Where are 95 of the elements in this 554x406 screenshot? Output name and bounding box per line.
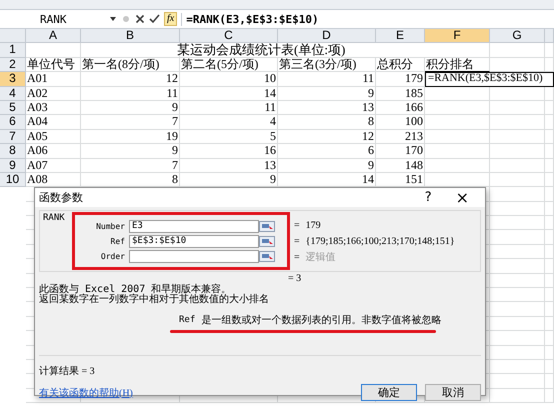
table-cell: 6 xyxy=(278,144,376,159)
table-cell: 9 xyxy=(278,158,376,173)
table-cell: 7 xyxy=(81,158,180,173)
equals-sign: = xyxy=(294,236,300,246)
table-cell: 11 xyxy=(278,72,376,87)
column-header[interactable]: B xyxy=(81,29,180,44)
row-header[interactable]: 1 xyxy=(0,43,26,58)
argument-result: 179 xyxy=(306,220,321,230)
table-cell: 19 xyxy=(81,130,180,144)
sheet-title: 某运动会成绩统计表(单位:项) xyxy=(176,43,490,58)
table-cell: 12 xyxy=(81,72,180,87)
table-cell: 166 xyxy=(376,100,425,116)
argument-result: {179;185;166;100;213;170;148;151} xyxy=(306,236,455,246)
argument-field[interactable]: E3 xyxy=(129,220,259,232)
table-cell: 12 xyxy=(278,130,376,144)
help-link[interactable]: 有关该函数的帮助(H) xyxy=(39,386,133,400)
table-cell: 9 xyxy=(81,144,180,159)
table-cell: 11 xyxy=(81,86,180,101)
cancel-button[interactable]: 取消 xyxy=(425,384,481,401)
table-cell: 16 xyxy=(180,144,278,159)
table-cell: A02 xyxy=(26,86,81,101)
checkmark-icon[interactable] xyxy=(149,14,160,24)
argument-value: E3 xyxy=(131,221,143,231)
collapse-dialog-icon[interactable] xyxy=(259,220,275,232)
table-cell: A04 xyxy=(26,115,81,130)
argument-result: 逻辑值 xyxy=(306,250,336,264)
column-header[interactable]: G xyxy=(490,29,545,44)
row-header[interactable]: 3 xyxy=(0,72,26,87)
column-heading: 总积分 xyxy=(376,58,425,72)
table-cell: 5 xyxy=(180,130,278,144)
table-cell: A03 xyxy=(26,100,81,116)
name-box[interactable]: RANK xyxy=(0,12,105,26)
cancel-icon[interactable] xyxy=(135,14,145,24)
table-cell: 11 xyxy=(180,100,278,116)
table-cell: A07 xyxy=(26,158,81,173)
table-cell: 14 xyxy=(180,86,278,101)
argument-field[interactable]: $E$3:$E$10 xyxy=(129,234,259,248)
table-cell: 13 xyxy=(180,158,278,173)
column-header[interactable]: F xyxy=(425,29,490,44)
argument-label: Order xyxy=(100,252,125,260)
cell-editor[interactable]: =RANK(E3,$E$3:$E$10) xyxy=(425,72,554,87)
table-cell: A01 xyxy=(26,72,81,87)
column-heading: 第一名(8分/项) xyxy=(81,58,180,72)
column-heading: 第二名(5分/项) xyxy=(180,58,278,72)
table-cell: 9 xyxy=(81,100,180,116)
row-header[interactable]: 8 xyxy=(0,144,26,159)
row-header[interactable]: 9 xyxy=(0,158,26,173)
table-cell: 4 xyxy=(180,115,278,130)
argument-description: 是一组数或对一个数据列表的引用。非数字值将被忽略 xyxy=(201,314,442,327)
calculation-result: 计算结果 = 3 xyxy=(39,364,96,378)
dialog-title: 函数参数 xyxy=(39,191,83,205)
row-header[interactable]: 7 xyxy=(0,130,26,144)
function-name: RANK xyxy=(43,213,65,223)
table-cell: 7 xyxy=(81,115,180,130)
table-cell: 13 xyxy=(278,100,376,116)
table-cell: 213 xyxy=(376,130,425,144)
row-header[interactable]: 10 xyxy=(0,172,26,188)
insert-function-button[interactable]: fx xyxy=(164,12,178,26)
row-header[interactable]: 4 xyxy=(0,86,26,101)
ok-button[interactable]: 确定 xyxy=(361,384,417,401)
argument-value: $E$3:$E$10 xyxy=(131,236,186,246)
help-button[interactable]: ? xyxy=(412,190,444,205)
argument-label: Number xyxy=(96,222,125,230)
column-header[interactable]: C xyxy=(180,29,278,44)
row-header[interactable]: 6 xyxy=(0,115,26,130)
table-cell: 9 xyxy=(278,86,376,101)
equals-sign: = xyxy=(294,252,300,262)
function-description: 返回某数字在一列数字中相对于其他数值的大小排名 xyxy=(39,295,270,305)
column-header[interactable]: E xyxy=(376,29,425,44)
row-header[interactable]: 2 xyxy=(0,58,26,72)
column-header[interactable]: D xyxy=(278,29,376,44)
formula-result: = 3 xyxy=(287,273,302,285)
collapse-dialog-icon[interactable] xyxy=(259,250,275,262)
table-cell: A05 xyxy=(26,130,81,144)
close-button[interactable]: × xyxy=(444,188,481,207)
column-heading: 单位代号 xyxy=(26,58,81,72)
table-cell: 148 xyxy=(376,158,425,173)
splitter-icon xyxy=(121,13,131,25)
formula-field[interactable]: =RANK(E3,$E$3:$E$10) xyxy=(181,12,554,26)
table-cell: 185 xyxy=(376,86,425,101)
function-description: 此函数与 Excel 2007 和早期版本兼容。 xyxy=(39,285,232,295)
dropdown-caret-icon[interactable] xyxy=(109,15,117,23)
column-header[interactable]: A xyxy=(26,29,81,44)
table-cell: 8 xyxy=(278,115,376,130)
equals-sign: = xyxy=(294,220,300,230)
table-cell: A06 xyxy=(26,144,81,159)
row-header[interactable]: 5 xyxy=(0,100,26,116)
table-cell: 100 xyxy=(376,115,425,130)
table-cell: 10 xyxy=(180,72,278,87)
table-cell: 170 xyxy=(376,144,425,159)
column-heading: 第三名(3分/项) xyxy=(278,58,376,72)
collapse-dialog-icon[interactable] xyxy=(259,236,275,246)
argument-field[interactable] xyxy=(129,250,259,262)
argument-name: Ref xyxy=(179,315,196,325)
argument-label: Ref xyxy=(110,236,125,246)
